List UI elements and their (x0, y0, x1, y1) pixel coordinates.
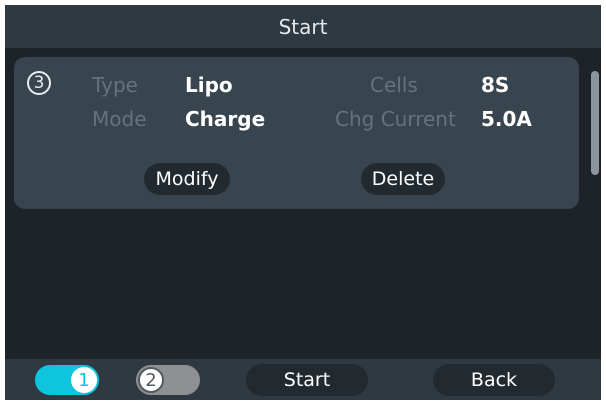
cells-label: Cells (370, 73, 418, 97)
channel-2-knob: 2 (138, 367, 164, 393)
type-label: Type (92, 73, 138, 97)
channel-2-number: 2 (145, 369, 157, 391)
channel-1-toggle[interactable]: 1 (35, 365, 99, 395)
modify-button-label: Modify (155, 168, 219, 190)
back-button-label: Back (470, 369, 518, 391)
mode-value: Charge (185, 107, 266, 131)
chg-current-value: 5.0A (481, 107, 532, 131)
task-card[interactable]: 3 Type Lipo Mode Charge Cells 8S Chg Cur… (14, 57, 579, 209)
start-button-label: Start (283, 369, 331, 391)
slot-number: 3 (33, 73, 45, 93)
title-bar: Start (5, 5, 601, 48)
slot-number-badge: 3 (27, 71, 51, 95)
bottom-bar: 1 2 Start Back (5, 359, 601, 400)
modify-button[interactable]: Modify (144, 163, 230, 195)
chg-current-label: Chg Current (335, 107, 456, 131)
start-button[interactable]: Start (246, 364, 368, 396)
delete-button-label: Delete (371, 168, 435, 190)
cells-value: 8S (481, 73, 510, 97)
scrollbar-thumb[interactable] (591, 71, 599, 175)
channel-1-knob: 1 (71, 367, 97, 393)
charger-screen: Start 3 Type Lipo Mode Charge Cells 8S C… (5, 5, 601, 400)
channel-2-toggle[interactable]: 2 (136, 365, 200, 395)
type-value: Lipo (185, 73, 233, 97)
delete-button[interactable]: Delete (361, 163, 445, 195)
back-button[interactable]: Back (433, 364, 555, 396)
page-title: Start (278, 14, 328, 39)
channel-1-number: 1 (78, 369, 90, 391)
mode-label: Mode (92, 107, 147, 131)
